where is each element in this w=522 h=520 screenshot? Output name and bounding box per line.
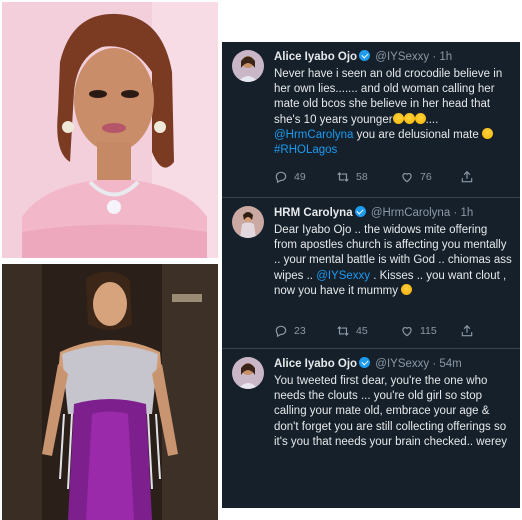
tweet-time[interactable]: · 1h [453, 207, 473, 219]
retweet-count: 45 [356, 325, 368, 337]
retweet-button[interactable]: 58 [336, 170, 368, 184]
tweet-text: Never have i seen an old crocodile belie… [274, 67, 512, 158]
avatar-alice[interactable] [232, 50, 264, 82]
heart-icon [402, 327, 412, 337]
avatar-carolyna[interactable] [232, 206, 264, 238]
tweet-header: HRM Carolyna @HrmCarolyna · 1h [274, 206, 512, 221]
author-handle[interactable]: @IYSexxy [375, 51, 429, 63]
author-handle[interactable]: @HrmCarolyna [371, 207, 450, 219]
like-count: 76 [420, 171, 432, 183]
avatar-carolyna-image [232, 206, 264, 238]
retweet-button[interactable]: 45 [336, 324, 368, 338]
share-button[interactable] [460, 324, 474, 338]
avatar-alice-image [232, 50, 264, 82]
tweet-time[interactable]: · 54m [432, 358, 461, 370]
tweet-text-part: Never have i seen an old crocodile belie… [274, 68, 503, 126]
like-button[interactable]: 115 [400, 324, 437, 338]
verified-badge-icon [359, 357, 371, 368]
photo-woman-pink-dress-illustration [2, 2, 218, 258]
tweet-time[interactable]: · 1h [432, 51, 452, 63]
author-handle[interactable]: @IYSexxy [375, 358, 429, 370]
retweet-icon [337, 326, 349, 336]
share-icon [461, 170, 473, 183]
verified-badge-icon [354, 206, 366, 217]
photo-woman-pink-dress [2, 2, 218, 258]
laughing-emoji-icon [392, 112, 404, 124]
tweet-text: You tweeted first dear, you're the one w… [274, 375, 507, 448]
share-icon [461, 324, 473, 337]
retweet-count: 58 [356, 171, 368, 183]
tweet-3[interactable]: Alice Iyabo Ojo @IYSexxy · 54m You tweet… [222, 349, 520, 508]
tweet-text-part: .... [425, 113, 439, 126]
reply-icon [275, 325, 287, 338]
reply-count: 49 [294, 171, 306, 183]
tweet-text-part: you are delusional mate [353, 128, 482, 141]
avatar-alice-image [232, 357, 264, 389]
mention-link[interactable]: @IYSexxy [316, 270, 370, 282]
heart-icon [402, 173, 412, 183]
avatar-alice[interactable] [232, 357, 264, 389]
like-button[interactable]: 76 [400, 170, 432, 184]
tweet-text: Dear Iyabo Ojo .. the widows mite offeri… [274, 223, 512, 299]
author-name[interactable]: HRM Carolyna [274, 207, 353, 219]
like-count: 115 [420, 325, 437, 337]
author-name[interactable]: Alice Iyabo Ojo [274, 358, 357, 370]
reply-count: 23 [294, 325, 306, 337]
tweet-header: Alice Iyabo Ojo @IYSexxy · 1h [274, 50, 512, 65]
photo-woman-purple-gown [2, 264, 218, 520]
reply-button[interactable]: 49 [274, 170, 306, 184]
reply-button[interactable]: 23 [274, 324, 306, 338]
tweet-actions: 49 58 76 [274, 170, 512, 186]
tweet-actions: 23 45 115 [274, 324, 512, 340]
hashtag-link[interactable]: #RHOLagos [274, 144, 337, 156]
reply-icon [275, 171, 287, 184]
tweet-1[interactable]: Alice Iyabo Ojo @IYSexxy · 1h Never have… [222, 42, 520, 197]
photo-woman-purple-gown-illustration [2, 264, 218, 520]
tweet-2[interactable]: HRM Carolyna @HrmCarolyna · 1h Dear Iyab… [222, 198, 520, 348]
verified-badge-icon [359, 50, 371, 61]
tweet-thread-panel: Alice Iyabo Ojo @IYSexxy · 1h Never have… [222, 42, 520, 508]
laughing-emoji-icon [403, 112, 415, 124]
tweet-header: Alice Iyabo Ojo @IYSexxy · 54m [274, 357, 512, 372]
laughing-emoji-icon [481, 127, 493, 139]
author-name[interactable]: Alice Iyabo Ojo [274, 51, 357, 63]
laughing-emoji-icon [414, 112, 426, 124]
retweet-icon [337, 172, 349, 182]
mention-link[interactable]: @HrmCarolyna [274, 129, 353, 141]
kiss-emoji-icon [401, 283, 413, 295]
share-button[interactable] [460, 170, 474, 184]
